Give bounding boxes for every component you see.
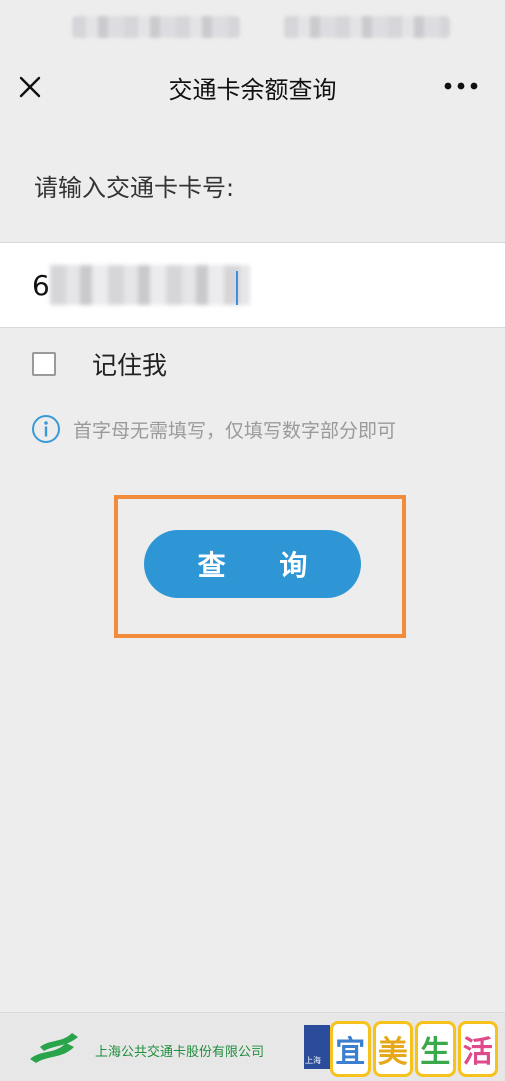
company-name: 上海公共交通卡股份有限公司 xyxy=(95,1045,265,1060)
remember-me-label: 记住我 xyxy=(92,351,168,380)
card-number-prompt: 请输入交通卡卡号: xyxy=(34,174,235,202)
hint-text: 首字母无需填写，仅填写数字部分即可 xyxy=(73,419,397,442)
watermark-char: 活 xyxy=(457,1021,498,1077)
nav-bar: 交通卡余额查询 xyxy=(0,50,505,124)
status-bar xyxy=(0,0,505,50)
watermark-char: 生 xyxy=(415,1021,456,1077)
watermark: 宜 美 生 活 xyxy=(330,1021,498,1077)
checkbox-icon[interactable] xyxy=(32,352,56,376)
hint-row: 首字母无需填写，仅填写数字部分即可 xyxy=(31,414,396,444)
partner-logo-text: 上海 xyxy=(305,1056,321,1065)
info-icon xyxy=(32,415,60,443)
brand-logo xyxy=(30,1033,78,1063)
card-number-field-wrapper xyxy=(0,242,505,328)
footer: 上海公共交通卡股份有限公司 上海 宜 美 生 活 xyxy=(0,1012,505,1081)
partner-logo: 上海 xyxy=(304,1025,330,1069)
status-bar-blurred-left xyxy=(72,16,240,38)
watermark-char: 宜 xyxy=(330,1021,371,1077)
page-title: 交通卡余额查询 xyxy=(168,76,337,104)
query-button[interactable]: 查 询 xyxy=(144,530,361,598)
text-caret xyxy=(236,271,238,305)
remember-me-toggle[interactable]: 记住我 xyxy=(32,344,167,384)
watermark-char: 美 xyxy=(372,1021,413,1077)
status-bar-blurred-right xyxy=(284,16,450,38)
more-icon[interactable] xyxy=(440,78,482,94)
card-number-redacted xyxy=(50,265,250,305)
